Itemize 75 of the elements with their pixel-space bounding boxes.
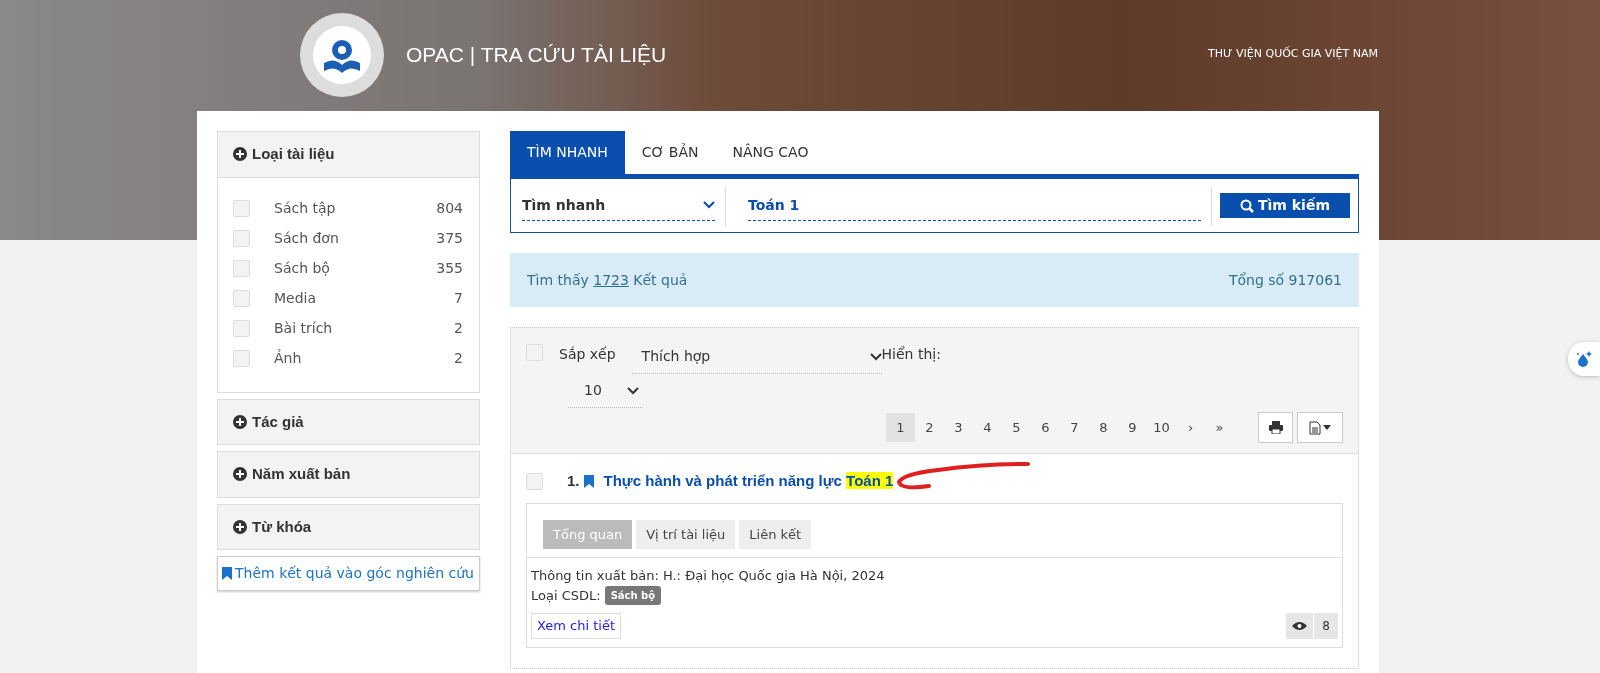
result-tab[interactable]: Vị trí tài liệu — [636, 519, 736, 549]
plus-circle-icon — [233, 414, 247, 429]
facet-label[interactable]: Sách đơn — [274, 228, 437, 249]
facet-label[interactable]: Sách bộ — [274, 258, 437, 279]
bookmark-icon — [222, 567, 232, 580]
search-tab[interactable]: TÌM NHANH — [510, 131, 625, 174]
total-count: Tổng số 917061 — [1228, 270, 1342, 290]
facet-count: 2 — [454, 349, 463, 368]
page-size-select[interactable]: 10 — [568, 374, 643, 408]
facet-label[interactable]: Sách tập — [274, 198, 437, 219]
page-link[interactable]: 6 — [1031, 413, 1060, 442]
page-link[interactable]: 9 — [1118, 413, 1147, 442]
plus-circle-icon — [233, 147, 247, 162]
database-tag: Sách bộ — [604, 585, 662, 605]
sort-label: Sắp xếp — [559, 345, 616, 364]
search-type-select[interactable]: Tìm nhanh — [522, 190, 715, 221]
library-name[interactable]: THƯ VIỆN QUỐC GIA VIỆT NAM — [1208, 46, 1378, 63]
checkbox[interactable] — [233, 230, 250, 247]
site-title: OPAC | TRA CỨU TÀI LIỆU — [406, 41, 667, 68]
checkbox[interactable] — [233, 350, 250, 367]
facet-header[interactable]: Năm xuất bản — [217, 451, 480, 498]
checkbox[interactable] — [233, 260, 250, 277]
water-drop-icon[interactable] — [1568, 342, 1600, 376]
result-number: 1. — [567, 471, 580, 491]
results-count-link[interactable]: 1723 — [593, 271, 629, 288]
plus-circle-icon — [233, 519, 247, 534]
chevron-down-icon — [627, 386, 639, 395]
page-link[interactable]: » — [1205, 413, 1234, 442]
facet-count: 2 — [454, 319, 463, 338]
result-checkbox[interactable] — [526, 472, 543, 490]
facet-count: 804 — [436, 199, 463, 218]
research-link[interactable]: Thêm kết quả vào góc nghiên cứu — [217, 556, 480, 591]
caret-icon — [1323, 425, 1331, 430]
search-icon — [1240, 198, 1254, 213]
page-link[interactable]: 10 — [1147, 413, 1176, 442]
facet-label[interactable]: Ảnh — [274, 348, 455, 369]
facet-header[interactable]: Từ khóa — [217, 503, 480, 550]
search-button[interactable]: Tìm kiếm — [1220, 193, 1350, 218]
result-tab[interactable]: Liên kết — [739, 519, 812, 549]
sort-select[interactable]: Thích hợp — [631, 340, 882, 374]
facet-count: 7 — [454, 289, 463, 308]
page-link[interactable]: 5 — [1002, 413, 1031, 442]
page-link[interactable]: 4 — [973, 413, 1002, 442]
page-link[interactable]: 1 — [886, 413, 915, 442]
eye-icon — [1292, 620, 1308, 631]
search-tab[interactable]: NÂNG CAO — [715, 131, 826, 174]
results-found-text: Tìm thấy 1723 Kết quả — [527, 270, 688, 290]
page-link[interactable]: 8 — [1089, 413, 1118, 442]
bookmark-icon — [583, 474, 594, 488]
result-title-link[interactable]: Thực hành và phát triển năng lực Toán 1 — [603, 470, 894, 493]
facet-header[interactable]: Tác giả — [217, 398, 480, 445]
details-link[interactable]: Xem chi tiết — [531, 613, 622, 639]
checkbox[interactable] — [233, 290, 250, 307]
display-label: Hiển thị: — [881, 345, 941, 364]
plus-circle-icon — [233, 467, 247, 482]
page-link[interactable]: › — [1176, 413, 1205, 442]
facet-count: 355 — [436, 259, 463, 278]
document-icon — [1309, 420, 1321, 435]
page-link[interactable]: 2 — [915, 413, 944, 442]
printer-icon — [1268, 421, 1283, 434]
checkbox[interactable] — [233, 200, 250, 217]
chevron-down-icon — [869, 352, 882, 361]
print-button[interactable] — [1258, 412, 1293, 443]
page-link[interactable]: 7 — [1060, 413, 1089, 442]
facet-header[interactable]: Loại tài liệu — [217, 131, 480, 178]
facet-count: 375 — [436, 229, 463, 248]
database-label: Loại CSDL: — [531, 586, 601, 605]
checkbox[interactable] — [233, 320, 250, 337]
facet-label[interactable]: Media — [274, 288, 455, 309]
chevron-down-icon — [703, 201, 715, 209]
publication-info: Thông tin xuất bản: H.: Đại học Quốc gia Hà Nội, 2024 — [531, 567, 886, 585]
search-tab[interactable]: CƠ BẢN — [624, 131, 716, 174]
view-count: 8 — [1286, 613, 1338, 639]
facet-label[interactable]: Bài trích — [274, 318, 455, 339]
page-link[interactable]: 3 — [944, 413, 973, 442]
